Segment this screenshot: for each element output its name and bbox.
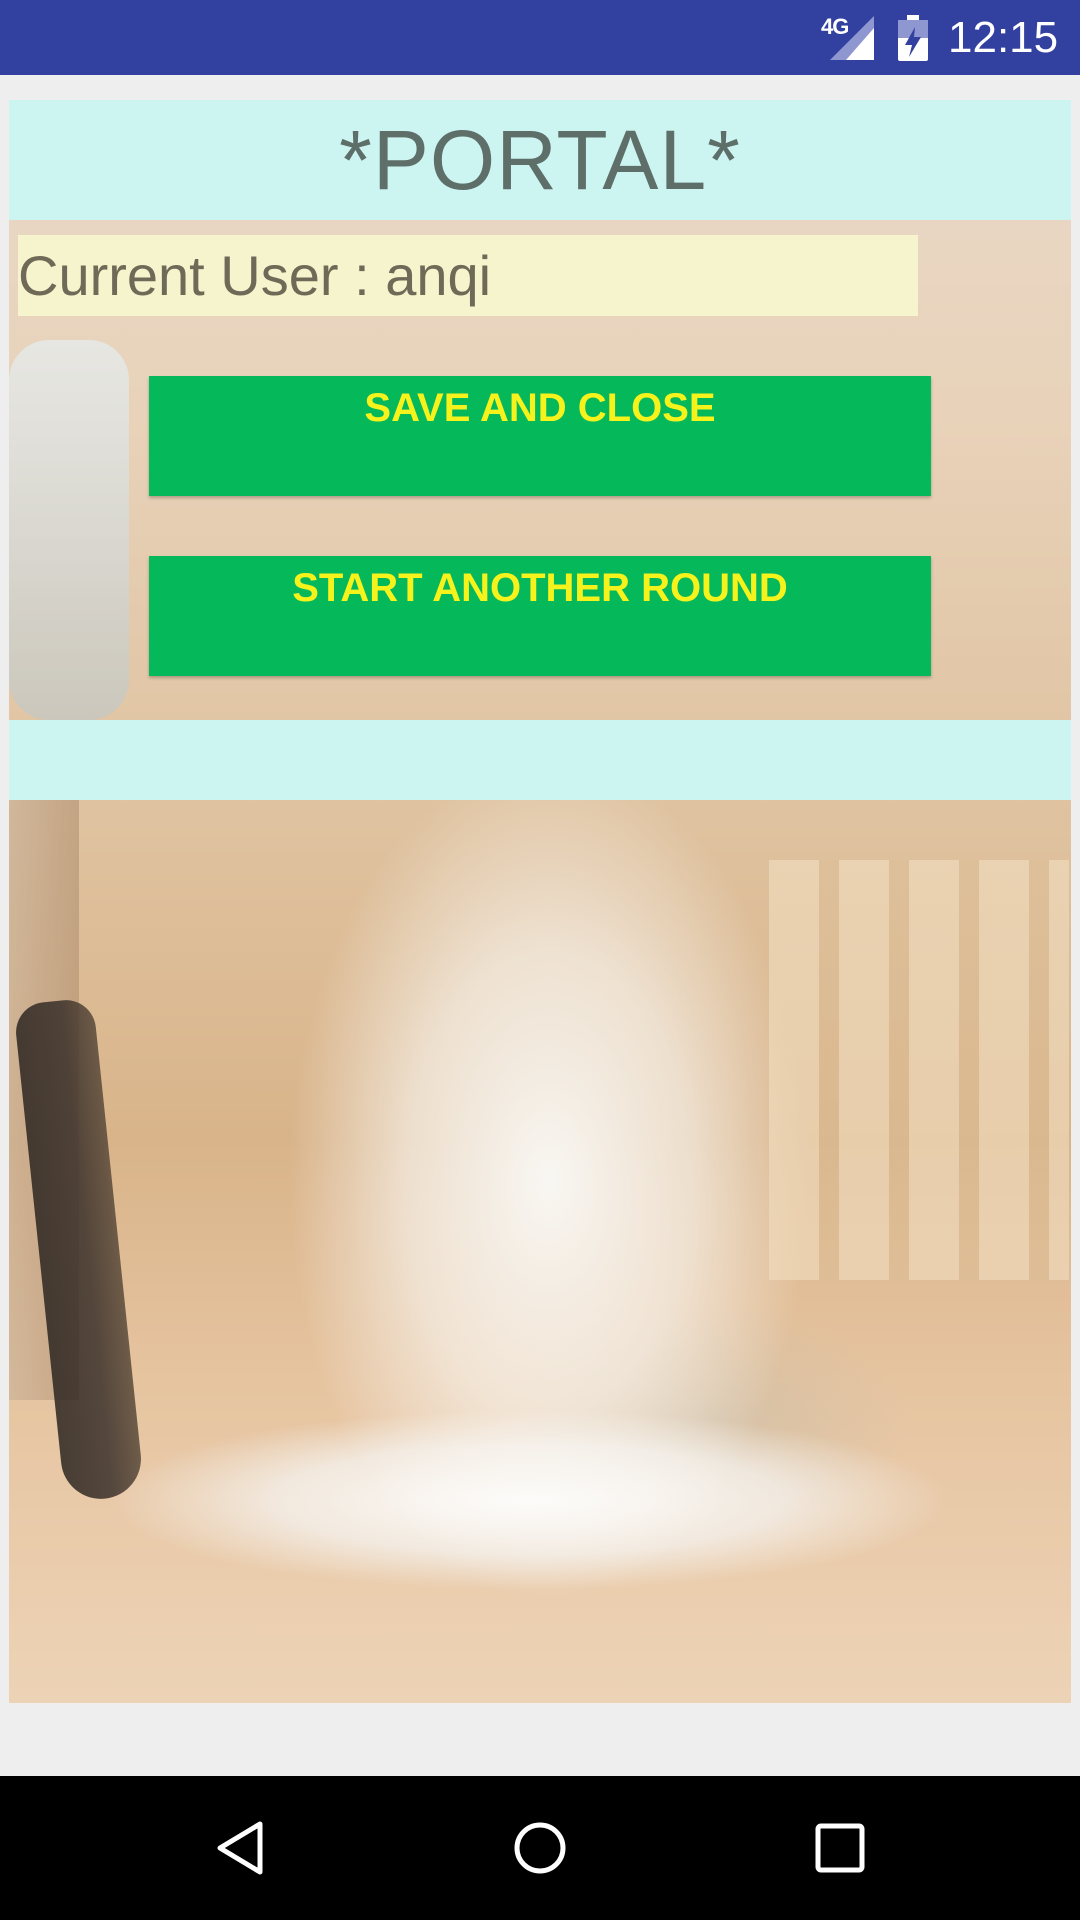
recents-button[interactable] <box>800 1808 880 1888</box>
background-photo-chair <box>9 340 129 720</box>
current-user-label: Current User : anqi <box>18 235 918 316</box>
status-bar: 4G 12:15 <box>0 0 1080 75</box>
divider-band <box>9 720 1071 800</box>
recents-icon <box>815 1823 865 1873</box>
background-photo-wall <box>9 800 79 1400</box>
portal-content: *PORTAL* Current User : anqi SAVE AND CL… <box>9 100 1071 1703</box>
home-icon <box>514 1822 566 1874</box>
current-user-text: Current User : anqi <box>18 244 492 307</box>
save-and-close-button[interactable]: SAVE AND CLOSE <box>149 376 931 496</box>
home-button[interactable] <box>500 1808 580 1888</box>
background-photo-crib <box>769 860 1069 1280</box>
background-photo-table-leg <box>13 997 145 1503</box>
title-banner: *PORTAL* <box>9 100 1071 220</box>
battery-charging-icon <box>898 15 928 61</box>
back-icon <box>217 1821 263 1875</box>
status-clock: 12:15 <box>948 13 1059 62</box>
page-title: *PORTAL* <box>339 112 741 207</box>
back-button[interactable] <box>200 1808 280 1888</box>
start-another-round-button[interactable]: START ANOTHER ROUND <box>149 556 931 676</box>
navigation-bar <box>0 1776 1080 1920</box>
signal-icon <box>830 16 874 60</box>
